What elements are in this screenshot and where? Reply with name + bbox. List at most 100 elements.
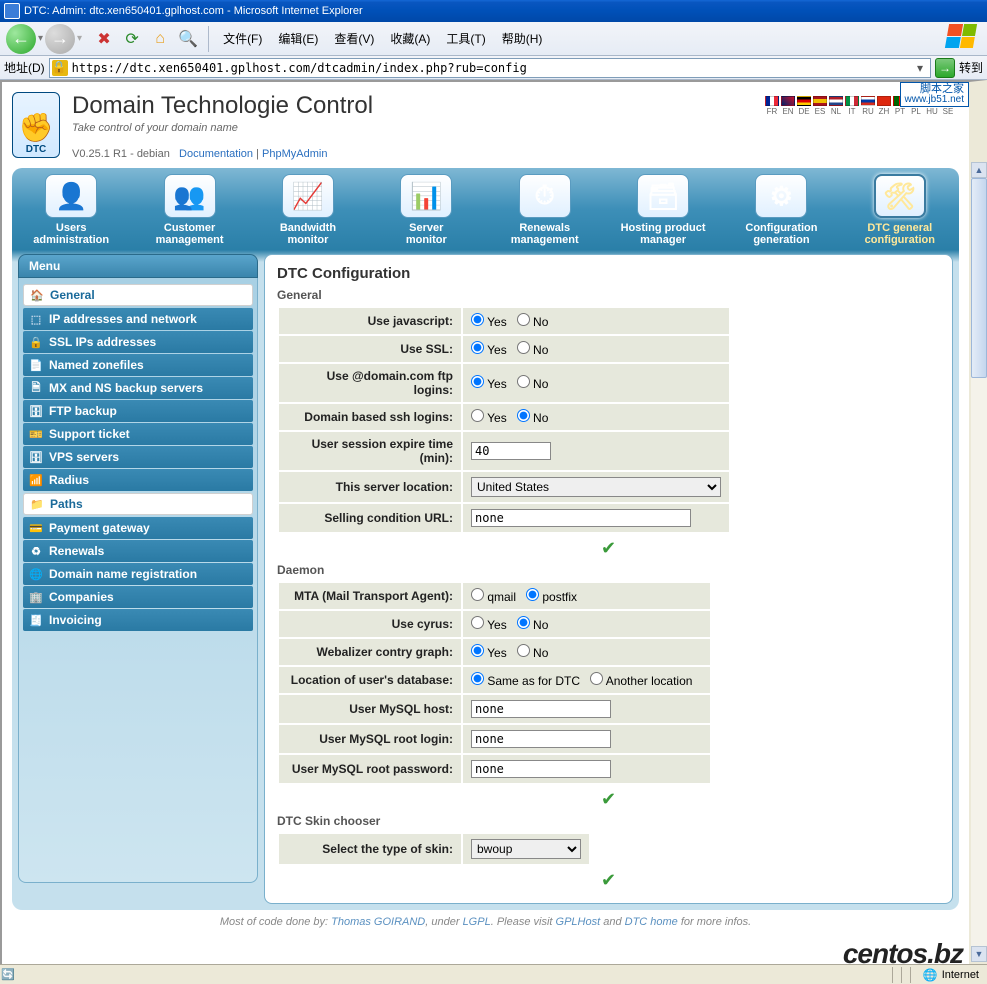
phpmyadmin-link[interactable]: PhpMyAdmin [262,148,327,160]
nav-configuration-generation[interactable]: ⚙Configurationgeneration [728,174,834,246]
radio-ssh_logins-yes[interactable] [471,409,484,422]
radio-ftp_logins-yes[interactable] [471,375,484,388]
nav-users-administration[interactable]: 👤Usersadministration [18,174,124,246]
nav-hosting-product-manager[interactable]: 🗃Hosting productmanager [610,174,716,246]
nav-customer-management[interactable]: 👥Customermanagement [137,174,243,246]
back-button[interactable]: ← [6,24,36,54]
sidebar-radius[interactable]: Radius [23,469,253,491]
go-button[interactable]: → [935,58,955,78]
sidebar-renewals[interactable]: Renewals [23,540,253,562]
sidebar-vps-servers[interactable]: VPS servers [23,446,253,468]
sidebar-ftp-backup[interactable]: FTP backup [23,400,253,422]
radio-use_ssl-yes[interactable] [471,341,484,354]
radio-ssh_logins-no[interactable] [517,409,530,422]
dom-icon [29,567,43,581]
label-dbloc: Location of user's database: [278,666,462,694]
menu-tools[interactable]: 工具(T) [438,28,493,49]
input-session[interactable] [471,442,551,460]
stop-icon[interactable]: ✖ [94,29,114,49]
sidebar-domain-name-registration[interactable]: Domain name registration [23,563,253,585]
sidebar-paths[interactable]: Paths [23,493,253,515]
flag-zh[interactable] [877,96,891,106]
flag-en[interactable] [781,96,795,106]
flag-es[interactable] [813,96,827,106]
inv-icon [29,613,43,627]
radio-mta-qmail[interactable] [471,588,484,601]
nav-bandwidth-monitor[interactable]: 📈Bandwidthmonitor [255,174,361,246]
input-myhost[interactable] [471,700,611,718]
cell-use_ssl: Yes No [462,335,730,363]
cell-skin: bwoup [462,833,590,865]
input-mypass[interactable] [471,760,611,778]
sidebar-companies[interactable]: Companies [23,586,253,608]
sidebar-ssl-ips-addresses[interactable]: SSL IPs addresses [23,331,253,353]
input-mylogin[interactable] [471,730,611,748]
footer-license[interactable]: LGPL [463,916,491,928]
radio-dbloc-same-as-for-dtc[interactable] [471,672,484,685]
nav-renewals-management[interactable]: ⏱Renewalsmanagement [492,174,598,246]
sidebar-ip-addresses-and-network[interactable]: IP addresses and network [23,308,253,330]
radio-cyrus-yes[interactable] [471,616,484,629]
submit-general[interactable]: ✔ [277,538,940,559]
footer-dtchome[interactable]: DTC home [625,916,678,928]
radius-icon [29,473,43,487]
address-dropdown[interactable]: ▾ [912,61,928,75]
submit-daemon[interactable]: ✔ [277,789,940,810]
status-icon: 🔄 [0,968,16,981]
documentation-link[interactable]: Documentation [179,148,253,160]
flag-fr[interactable] [765,96,779,106]
ftp-icon [29,404,43,418]
radio-mta-postfix[interactable] [526,588,539,601]
sidebar-named-zonefiles[interactable]: Named zonefiles [23,354,253,376]
radio-ftp_logins-no[interactable] [517,375,530,388]
sidebar-support-ticket[interactable]: Support ticket [23,423,253,445]
radio-cyrus-no[interactable] [517,616,530,629]
cell-cyrus: Yes No [462,610,711,638]
flag-it[interactable] [845,96,859,106]
radio-use_ssl-no[interactable] [517,341,530,354]
footer-gplhost[interactable]: GPLHost [556,916,601,928]
select-skin[interactable]: bwoup [471,839,581,859]
radio-webalizer-yes[interactable] [471,644,484,657]
submit-skin[interactable]: ✔ [277,870,940,891]
menu-help[interactable]: 帮助(H) [494,28,551,49]
window-titlebar: DTC: Admin: dtc.xen650401.gplhost.com - … [0,0,987,22]
forward-button[interactable]: → [45,24,75,54]
menu-fav[interactable]: 收藏(A) [382,28,438,49]
address-input-wrap[interactable]: 🔒 ▾ [49,58,931,78]
flag-label: DE [797,107,811,116]
flag-label: NL [829,107,843,116]
flag-nl[interactable] [829,96,843,106]
menu-view[interactable]: 查看(V) [326,28,382,49]
search-icon[interactable]: 🔍 [178,29,198,49]
go-label: 转到 [959,59,983,76]
dtc-logo: ✊ DTC [12,92,60,158]
radio-use_js-yes[interactable] [471,313,484,326]
home-icon[interactable]: ⌂ [150,29,170,49]
vertical-scrollbar[interactable]: ▲ ▼ [971,162,987,962]
menu-file[interactable]: 文件(F) [215,28,270,49]
select-location[interactable]: United States [471,477,721,497]
radio-webalizer-no[interactable] [517,644,530,657]
sidebar-mx-and-ns-backup-servers[interactable]: MX and NS backup servers [23,377,253,399]
nav-server-monitor[interactable]: 📊Servermonitor [373,174,479,246]
flag-de[interactable] [797,96,811,106]
windows-logo [947,24,983,54]
scroll-up[interactable]: ▲ [971,162,987,178]
back-dropdown[interactable]: ▾ [38,33,43,44]
scroll-down[interactable]: ▼ [971,946,987,962]
footer-author[interactable]: Thomas GOIRAND [331,916,425,928]
input-cond_url[interactable] [471,509,691,527]
scroll-thumb[interactable] [971,178,987,378]
radio-dbloc-another-location[interactable] [590,672,603,685]
sidebar-invoicing[interactable]: Invoicing [23,609,253,631]
address-input[interactable] [72,61,912,75]
main-nav: 👤Usersadministration👥Customermanagement📈… [12,168,959,250]
nav-dtc-general-configuration[interactable]: 🛠DTC generalconfiguration [847,174,953,246]
radio-use_js-no[interactable] [517,313,530,326]
sidebar-general[interactable]: General [23,284,253,306]
menu-edit[interactable]: 编辑(E) [270,28,326,49]
sidebar-payment-gateway[interactable]: Payment gateway [23,517,253,539]
refresh-icon[interactable]: ⟳ [122,29,142,49]
flag-ru[interactable] [861,96,875,106]
